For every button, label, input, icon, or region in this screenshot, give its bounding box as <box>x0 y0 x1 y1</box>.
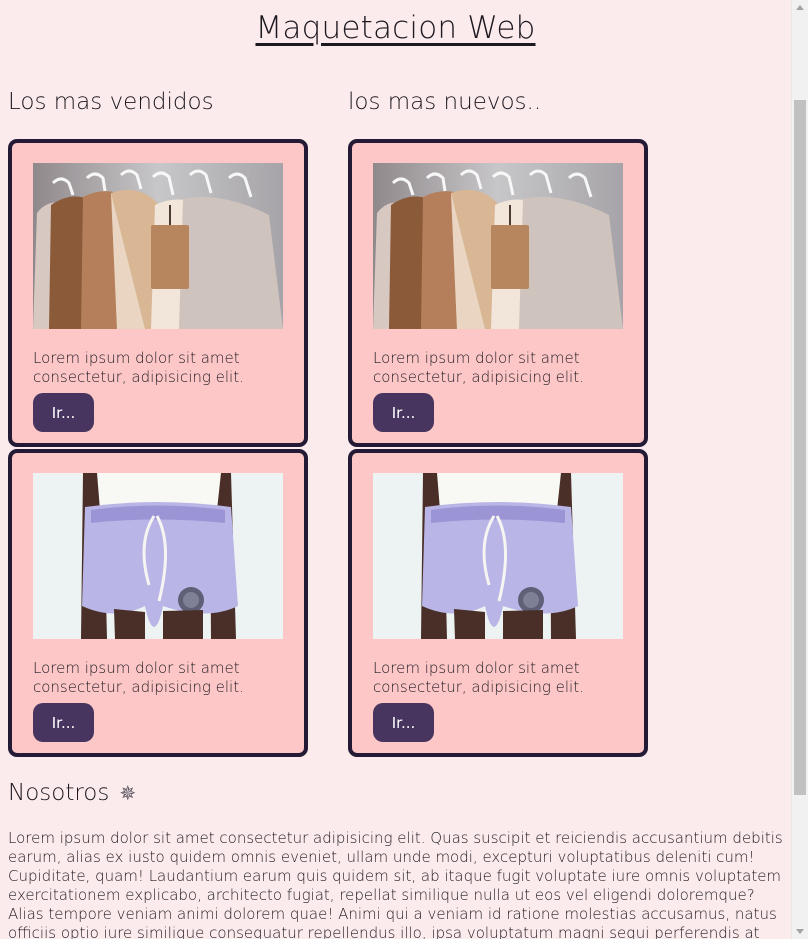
card-go-button[interactable]: Ir... <box>373 703 434 742</box>
card-description: Lorem ipsum dolor sit amet consectetur, … <box>33 349 244 386</box>
newest-title: los mas nuevos.. <box>348 89 542 115</box>
card-description: Lorem ipsum dolor sit amet consectetur, … <box>373 349 584 386</box>
product-card-best-seller-1: Lorem ipsum dolor sit amet consectetur, … <box>8 139 308 447</box>
card-go-button[interactable]: Ir... <box>33 703 94 742</box>
page-viewport: Maquetacion Web Los mas vendidos los mas… <box>0 0 791 939</box>
about-description: Lorem ipsum dolor sit amet consectetur a… <box>8 829 783 939</box>
scroll-down-icon[interactable] <box>796 929 804 934</box>
clothes-on-hangers-image <box>373 163 623 329</box>
card-go-button[interactable]: Ir... <box>373 393 434 432</box>
about-title-text: Nosotros <box>8 780 110 806</box>
vertical-scrollbar[interactable] <box>791 0 808 939</box>
sparkle-icon: ✵ <box>119 781 137 805</box>
card-go-button[interactable]: Ir... <box>33 393 94 432</box>
page-title: Maquetacion Web <box>255 10 536 46</box>
card-description: Lorem ipsum dolor sit amet consectetur, … <box>373 659 584 696</box>
card-description: Lorem ipsum dolor sit amet consectetur, … <box>33 659 244 696</box>
product-card-newest-1: Lorem ipsum dolor sit amet consectetur, … <box>348 139 648 447</box>
scroll-up-icon[interactable] <box>796 5 804 10</box>
scrollbar-thumb[interactable] <box>794 100 806 795</box>
product-card-newest-2: Lorem ipsum dolor sit amet consectetur, … <box>348 449 648 757</box>
about-section-title: Nosotros ✵ <box>8 780 136 806</box>
lavender-shorts-image <box>373 473 623 639</box>
clothes-on-hangers-image <box>33 163 283 329</box>
best-sellers-title: Los mas vendidos <box>8 89 214 115</box>
lavender-shorts-image <box>33 473 283 639</box>
product-card-best-seller-2: Lorem ipsum dolor sit amet consectetur, … <box>8 449 308 757</box>
